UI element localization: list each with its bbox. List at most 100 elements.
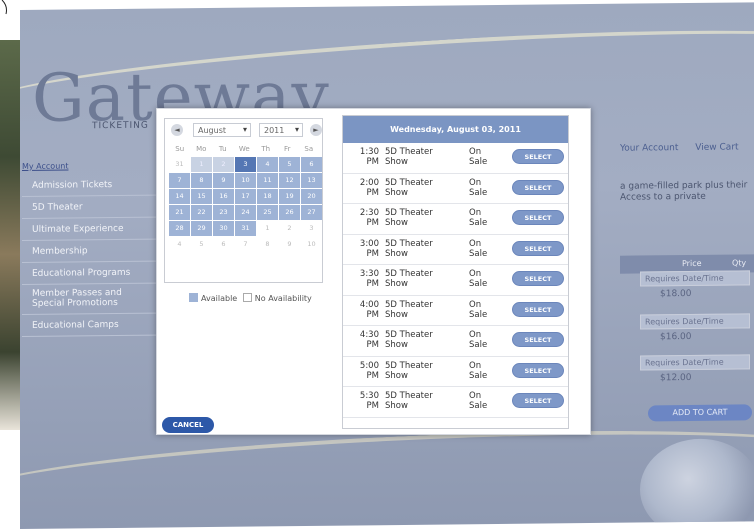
calendar-day[interactable]: 19 (279, 189, 300, 204)
header-links: Your Account View Cart (620, 142, 753, 153)
sidebar-item-member-passes[interactable]: Member Passes and Special Promotions (22, 283, 167, 315)
calendar-day[interactable]: 31 (235, 221, 256, 236)
calendar-day[interactable]: 21 (169, 205, 190, 220)
calendar-day[interactable]: 20 (301, 189, 322, 204)
calendar-day[interactable]: 10 (235, 173, 256, 188)
year-select[interactable]: 2011 ▾ (259, 123, 303, 137)
showtime-name: 5D Theater Show (385, 330, 433, 350)
sidebar-item-educational-programs[interactable]: Educational Programs (22, 261, 167, 285)
showtime-status: On Sale (469, 238, 488, 259)
month-select[interactable]: August ▾ (193, 123, 251, 137)
calendar-day: 31 (169, 157, 190, 172)
price-column-header: Price (682, 258, 702, 269)
prev-month-icon[interactable]: ◄ (171, 124, 183, 136)
calendar-day[interactable]: 13 (301, 173, 322, 188)
calendar-day: 2 (279, 221, 300, 236)
calendar-day[interactable]: 17 (235, 189, 256, 204)
calendar-day[interactable]: 6 (301, 157, 322, 172)
calendar-day: 4 (169, 237, 190, 252)
date-time-required[interactable]: Requires Date/Time (640, 354, 750, 371)
your-account-link[interactable]: Your Account (620, 143, 678, 154)
showtime-row: 3:00 PM 5D Theater Show On Sale SELECT (343, 235, 568, 265)
sidebar-item-membership[interactable]: Membership (22, 239, 167, 263)
calendar-day[interactable]: 15 (191, 189, 212, 204)
weekday-label: Mo (196, 145, 207, 153)
available-swatch (189, 293, 198, 302)
showtime-row: 2:00 PM 5D Theater Show On Sale SELECT (343, 174, 568, 204)
calendar-day[interactable]: 18 (257, 189, 278, 204)
calendar-day[interactable]: 25 (257, 205, 278, 220)
showtime-name: 5D Theater Show (385, 147, 433, 167)
sidebar-nav: Admission Tickets 5D Theater Ultimate Ex… (22, 173, 167, 337)
add-to-cart-button[interactable]: ADD TO CART (648, 404, 752, 422)
next-month-icon[interactable]: ► (310, 124, 322, 136)
cancel-button[interactable]: CANCEL (162, 417, 214, 433)
showtime-name: 5D Theater Show (385, 208, 433, 228)
date-time-required[interactable]: Requires Date/Time (640, 270, 750, 287)
showtime-picker-dialog: ◄ August ▾ 2011 ▾ ► Su Mo Tu We Th Fr Sa 31 1 2 3… (156, 108, 591, 435)
site-logo-subtitle: TICKETING (92, 120, 149, 132)
price-value: $16.00 (660, 331, 692, 343)
showtime-name: 5D Theater Show (385, 299, 433, 320)
showtime-status: On Sale (469, 391, 488, 411)
sidebar-item-admission[interactable]: Admission Tickets (22, 173, 167, 197)
showtime-time: 5:30 PM (359, 391, 379, 411)
showtime-time: 4:00 PM (359, 299, 379, 320)
calendar-day[interactable]: 29 (191, 221, 212, 236)
calendar-day[interactable]: 24 (235, 205, 256, 220)
price-value: $12.00 (660, 372, 692, 384)
showtime-status: On Sale (469, 330, 488, 350)
view-cart-link[interactable]: View Cart (695, 142, 738, 152)
month-select-value: August (198, 126, 226, 135)
select-button[interactable]: SELECT (512, 210, 564, 225)
showtime-row: 2:30 PM 5D Theater Show On Sale SELECT (343, 204, 568, 235)
weekday-label: Fr (284, 145, 291, 153)
calendar-day[interactable]: 14 (169, 189, 190, 204)
select-button[interactable]: SELECT (512, 179, 564, 195)
calendar-day[interactable]: 8 (191, 173, 212, 188)
calendar-day[interactable]: 7 (169, 173, 190, 188)
select-button[interactable]: SELECT (512, 332, 564, 347)
calendar-day[interactable]: 30 (213, 221, 234, 236)
calendar-day: 6 (213, 237, 234, 252)
calendar-day: 2 (213, 157, 234, 172)
calendar-day[interactable]: 5 (279, 157, 300, 172)
calendar-day[interactable]: 27 (301, 205, 322, 220)
calendar-day[interactable]: 22 (191, 205, 212, 220)
showtime-time: 2:30 PM (359, 208, 379, 228)
showtime-status: On Sale (469, 177, 488, 198)
select-button[interactable]: SELECT (512, 271, 564, 286)
showtime-name: 5D Theater Show (385, 177, 433, 198)
my-account-link[interactable]: My Account (22, 161, 68, 170)
calendar-day[interactable]: 4 (257, 157, 278, 172)
date-calendar: ◄ August ▾ 2011 ▾ ► Su Mo Tu We Th Fr Sa 31 1 2 3… (164, 118, 323, 283)
product-description: a game-filled park plus their Access to … (620, 180, 748, 203)
select-button[interactable]: SELECT (512, 362, 564, 378)
select-button[interactable]: SELECT (512, 149, 564, 164)
showtime-row: 1:30 PM 5D Theater Show On Sale SELECT (343, 143, 568, 174)
price-value: $18.00 (660, 288, 692, 300)
sidebar-item-ultimate-experience[interactable]: Ultimate Experience (22, 217, 167, 241)
showtime-row: 4:00 PM 5D Theater Show On Sale SELECT (343, 296, 568, 326)
calendar-day[interactable]: 11 (257, 173, 278, 188)
calendar-day[interactable]: 12 (279, 173, 300, 188)
sidebar-item-5d-theater[interactable]: 5D Theater (22, 195, 167, 219)
showtime-time: 1:30 PM (359, 147, 379, 167)
showtime-status: On Sale (469, 208, 488, 228)
calendar-day[interactable]: 16 (213, 189, 234, 204)
showtime-time: 5:00 PM (359, 360, 379, 381)
calendar-day[interactable]: 26 (279, 205, 300, 220)
showtime-name: 5D Theater Show (385, 360, 433, 381)
showtime-status: On Sale (469, 269, 488, 289)
calendar-day-selected[interactable]: 3 (235, 157, 256, 172)
sidebar-item-educational-camps[interactable]: Educational Camps (22, 313, 167, 337)
showtime-time: 3:00 PM (359, 238, 379, 259)
calendar-day[interactable]: 23 (213, 205, 234, 220)
date-time-required[interactable]: Requires Date/Time (640, 313, 750, 330)
calendar-day[interactable]: 9 (213, 173, 234, 188)
select-button[interactable]: SELECT (512, 393, 564, 408)
select-button[interactable]: SELECT (512, 240, 564, 256)
select-button[interactable]: SELECT (512, 301, 564, 317)
showtime-name: 5D Theater Show (385, 391, 433, 411)
calendar-day[interactable]: 28 (169, 221, 190, 236)
